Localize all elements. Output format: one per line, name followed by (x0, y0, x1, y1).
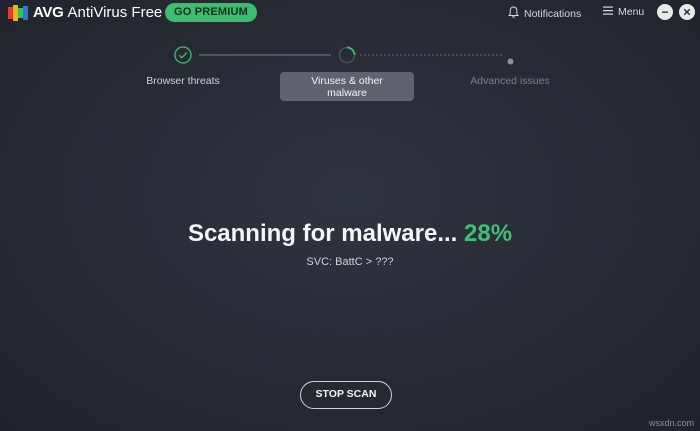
step-done-check-icon (174, 46, 192, 69)
step-label-browser-threats: Browser threats (146, 75, 220, 87)
scan-current-item: SVC: BattC > ??? (306, 256, 394, 268)
stop-scan-button[interactable]: STOP SCAN (300, 381, 392, 409)
step-pending-dot-icon (507, 52, 514, 70)
step-label-advanced-issues: Advanced issues (470, 75, 550, 87)
step-active-spinner-icon (338, 46, 356, 69)
scan-status-text: Scanning for malware... (187, 220, 458, 247)
scan-progress-percent: 28% (464, 220, 513, 247)
step-label-viruses-malware: Viruses & other malware (311, 75, 383, 99)
scan-status-title: Scanning for malware... 28% (0, 220, 700, 248)
watermark: wsxdn.com (648, 418, 694, 428)
